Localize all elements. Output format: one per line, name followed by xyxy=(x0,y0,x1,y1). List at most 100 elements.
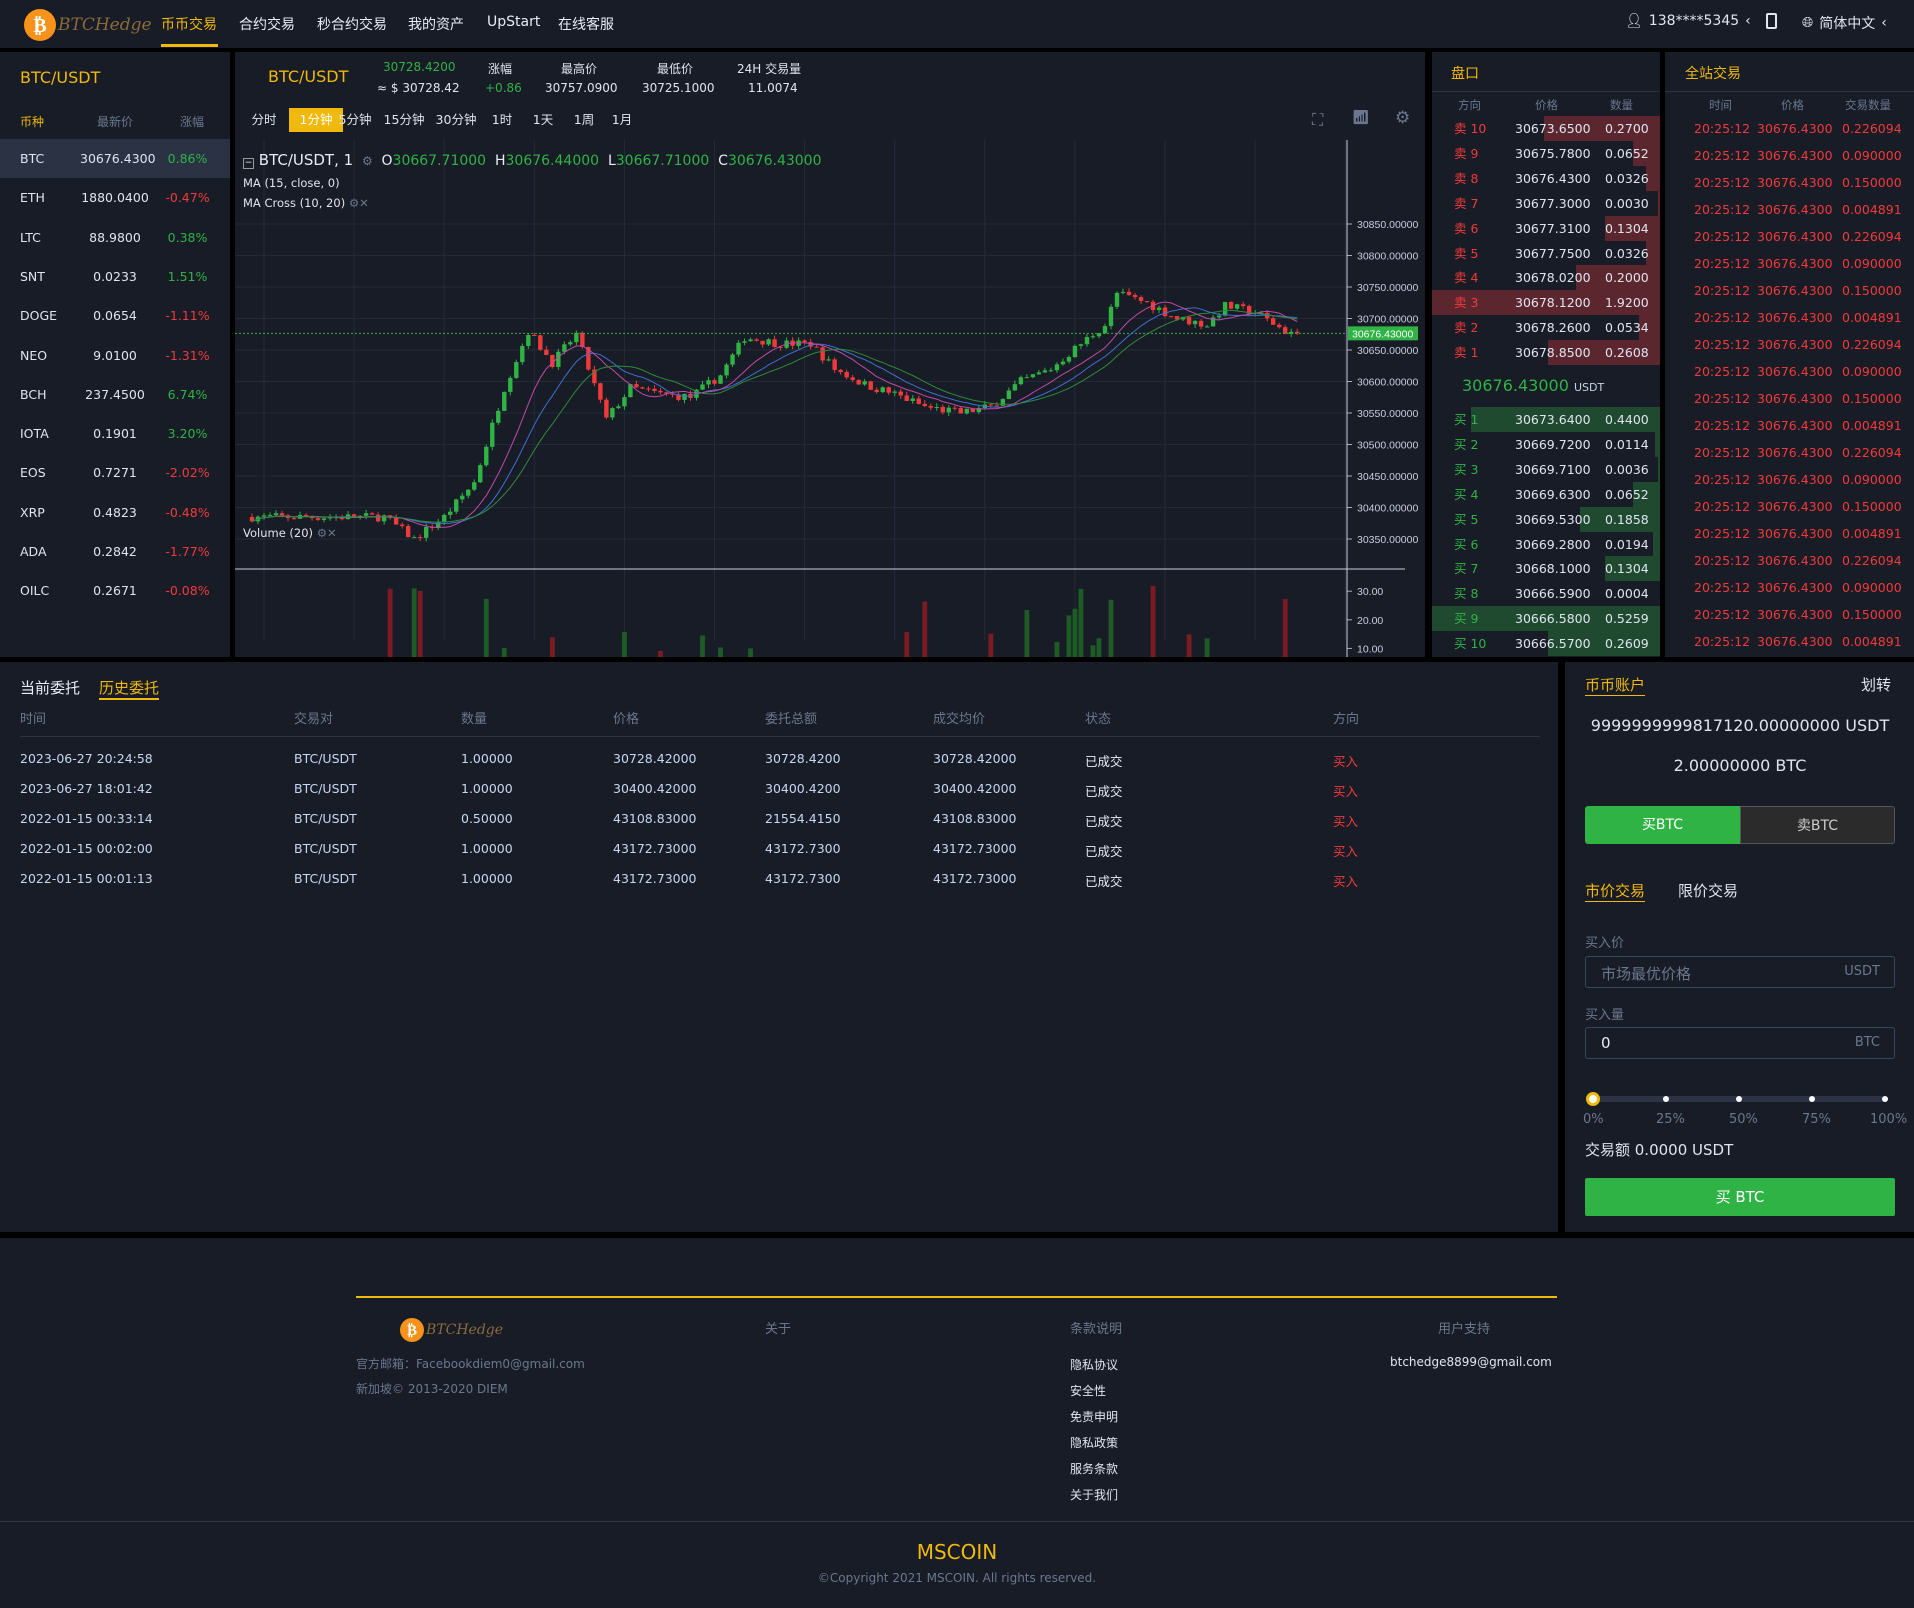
footer-email: 官方邮箱：Facebookdiem0@gmail.com xyxy=(356,1357,585,1371)
timeframe-5[interactable]: 1时 xyxy=(483,108,521,132)
transfer-button[interactable]: 划转 xyxy=(1861,674,1891,695)
mobile-app-button[interactable] xyxy=(1766,13,1777,29)
bid-row[interactable]: 买 2 30669.7200 0.0114 xyxy=(1432,431,1660,457)
legend-settings-icon[interactable]: ⚙ xyxy=(362,154,373,168)
language-selector[interactable]: 🌐︎ 简体中文 ‹ xyxy=(1802,13,1887,33)
nav-spot-trading[interactable]: 币币交易 xyxy=(161,14,217,34)
order-cell: BTC/USDT xyxy=(294,871,357,886)
bid-row[interactable]: 买 6 30669.2800 0.0194 xyxy=(1432,531,1660,557)
trade-price: 30676.4300 xyxy=(1757,499,1833,514)
fullscreen-icon[interactable]: ⛶ xyxy=(1312,110,1323,130)
bid-row[interactable]: 买 4 30669.6300 0.0652 xyxy=(1432,481,1660,507)
slider-label: 0% xyxy=(1583,1112,1604,1127)
market-row[interactable]: SNT 0.0233 1.51% xyxy=(0,257,230,296)
buy-submit-button[interactable]: 买 BTC xyxy=(1585,1178,1895,1216)
timeframe-6[interactable]: 1天 xyxy=(525,108,561,132)
amount-input[interactable]: 0 BTC xyxy=(1585,1027,1895,1059)
market-row[interactable]: LTC 88.9800 0.38% xyxy=(0,218,230,257)
tab-order-history[interactable]: 历史委托 xyxy=(99,677,160,700)
ask-row[interactable]: 卖 6 30677.3100 0.1304 xyxy=(1432,215,1660,241)
nav-support[interactable]: 在线客服 xyxy=(558,14,614,34)
ask-row[interactable]: 卖 1 30678.8500 0.2608 xyxy=(1432,340,1660,366)
limit-order-tab[interactable]: 限价交易 xyxy=(1678,880,1738,901)
ask-row[interactable]: 卖 10 30673.6500 0.2700 xyxy=(1432,116,1660,141)
timeframe-8[interactable]: 1月 xyxy=(604,108,640,132)
bid-row[interactable]: 买 3 30669.7100 0.0036 xyxy=(1432,456,1660,482)
coin-change: -1.77% xyxy=(165,544,210,559)
market-row[interactable]: XRP 0.4823 -0.48% xyxy=(0,493,230,532)
slider-handle[interactable] xyxy=(1586,1092,1600,1106)
nav-second-contract[interactable]: 秒合约交易 xyxy=(317,14,387,34)
market-row[interactable]: DOGE 0.0654 -1.11% xyxy=(0,296,230,335)
ask-row[interactable]: 卖 7 30677.3000 0.0030 xyxy=(1432,190,1660,216)
gear-icon[interactable]: ⚙ xyxy=(349,196,359,210)
footer-link[interactable]: 隐私协议 xyxy=(1070,1356,1118,1373)
bid-row[interactable]: 买 5 30669.5300 0.1858 xyxy=(1432,506,1660,532)
account-title[interactable]: 币币账户 xyxy=(1585,674,1646,696)
volume-bar xyxy=(1096,638,1102,657)
candle xyxy=(1036,372,1042,375)
market-row[interactable]: ADA 0.2842 -1.77% xyxy=(0,532,230,571)
timeframe-2[interactable]: 5分钟 xyxy=(333,108,377,132)
bid-row[interactable]: 买 8 30666.5900 0.0004 xyxy=(1432,581,1660,606)
buy-btc-tab[interactable]: 买BTC xyxy=(1585,806,1740,844)
order-cell: 2022-01-15 00:02:00 xyxy=(20,841,153,856)
market-row[interactable]: BCH 237.4500 6.74% xyxy=(0,375,230,414)
user-menu[interactable]: 👤︎ 138****5345 ‹ xyxy=(1625,13,1751,29)
trade-time: 20:25:12 xyxy=(1694,283,1751,298)
market-row[interactable]: OILC 0.2671 -0.08% xyxy=(0,571,230,610)
bid-row[interactable]: 买 10 30666.5700 0.2609 xyxy=(1432,631,1660,657)
market-row[interactable]: ETH 1880.0400 -0.47% xyxy=(0,178,230,217)
ask-row[interactable]: 卖 8 30676.4300 0.0326 xyxy=(1432,165,1660,191)
footer-link[interactable]: 关于我们 xyxy=(1070,1486,1118,1503)
coin-price: 9.0100 xyxy=(93,347,137,363)
ask-row[interactable]: 卖 5 30677.7500 0.0326 xyxy=(1432,240,1660,266)
settings-gear-icon[interactable]: ⚙ xyxy=(1395,108,1410,128)
market-row[interactable]: IOTA 0.1901 3.20% xyxy=(0,414,230,453)
close-icon[interactable]: ✕ xyxy=(327,526,337,540)
ask-row[interactable]: 卖 4 30678.0200 0.2000 xyxy=(1432,265,1660,291)
order-cell: 43172.73000 xyxy=(933,871,1017,886)
slider-label: 25% xyxy=(1656,1112,1685,1127)
nav-upstart[interactable]: UpStart xyxy=(487,14,540,30)
footer-link[interactable]: 免责申明 xyxy=(1070,1408,1118,1425)
ask-row[interactable]: 卖 2 30678.2600 0.0534 xyxy=(1432,315,1660,341)
ask-row[interactable]: 卖 3 30678.1200 1.9200 xyxy=(1432,290,1660,316)
bid-row[interactable]: 买 7 30668.1000 0.1304 xyxy=(1432,556,1660,582)
timeframe-4[interactable]: 30分钟 xyxy=(431,108,481,132)
high-label: 最高价 xyxy=(561,62,598,76)
price-input[interactable]: 市场最优价格 USDT xyxy=(1585,956,1895,988)
trade-price: 30676.4300 xyxy=(1757,634,1833,649)
footer-link[interactable]: 隐私政策 xyxy=(1070,1434,1118,1451)
close-icon[interactable]: ✕ xyxy=(359,196,369,210)
ask-row[interactable]: 卖 9 30675.7800 0.0652 xyxy=(1432,140,1660,166)
candlestick-chart[interactable]: 30850.00000 30800.00000 30750.00000 30700.0… xyxy=(235,140,1425,657)
market-row[interactable]: NEO 9.0100 -1.31% xyxy=(0,336,230,375)
timeframe-7[interactable]: 1周 xyxy=(566,108,602,132)
candle xyxy=(1072,345,1078,358)
footer-link[interactable]: 安全性 xyxy=(1070,1382,1106,1399)
indicators-icon[interactable]: 📶︎ xyxy=(1352,110,1370,126)
trade-time: 20:25:12 xyxy=(1694,580,1751,595)
footer-link[interactable]: 服务条款 xyxy=(1070,1460,1118,1477)
bid-row[interactable]: 买 1 30673.6400 0.4400 xyxy=(1432,407,1660,432)
timeframe-0[interactable]: 分时 xyxy=(243,108,285,132)
market-order-tab[interactable]: 市价交易 xyxy=(1585,880,1646,902)
bid-row[interactable]: 买 9 30666.5800 0.5259 xyxy=(1432,606,1660,632)
tab-current-orders[interactable]: 当前委托 xyxy=(20,677,80,698)
candle xyxy=(1234,304,1240,309)
timeframe-3[interactable]: 15分钟 xyxy=(379,108,429,132)
collapse-icon[interactable]: − xyxy=(243,158,254,169)
volume-bar xyxy=(1066,615,1072,657)
sell-btc-tab[interactable]: 卖BTC xyxy=(1740,806,1895,844)
market-row[interactable]: EOS 0.7271 -2.02% xyxy=(0,453,230,492)
nav-contract-trading[interactable]: 合约交易 xyxy=(239,14,295,34)
footer-support-email[interactable]: btchedge8899@gmail.com xyxy=(1390,1355,1552,1369)
order-cell: 买入 xyxy=(1333,844,1359,859)
gear-icon[interactable]: ⚙ xyxy=(317,526,327,540)
nav-assets[interactable]: 我的资产 xyxy=(408,14,464,34)
candle xyxy=(964,408,970,414)
logo[interactable]: ₿ BTCHedge xyxy=(24,9,152,41)
order-cell: 0.50000 xyxy=(461,811,513,826)
market-row[interactable]: BTC 30676.4300 0.86% xyxy=(0,139,230,178)
